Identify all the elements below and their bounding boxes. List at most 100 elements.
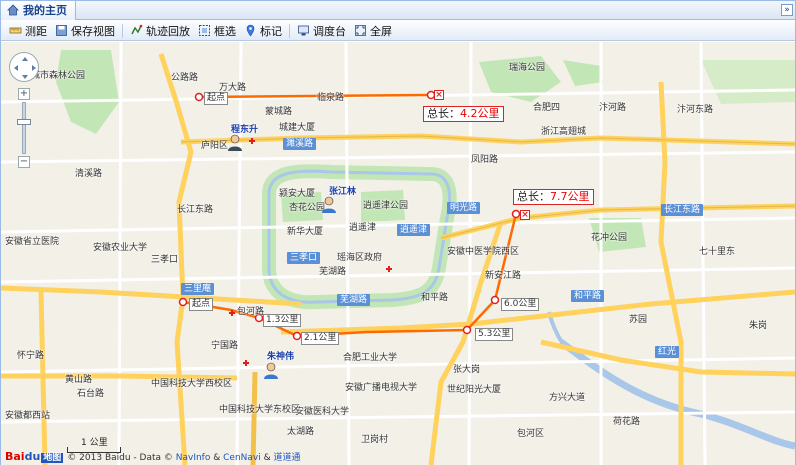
ruler-icon — [9, 27, 22, 34]
map-place-label: 苏园 — [629, 315, 648, 325]
map-canvas[interactable]: 城市森林公园 万大路 公路路 临泉路 瑞海公园 合肥四 浙江高翅城 汴河路 汴河… — [1, 42, 795, 465]
track-playback-icon — [131, 24, 143, 35]
map-place-label: 包河路 — [237, 307, 265, 317]
road-label: 和平路 — [571, 290, 605, 302]
measure-button[interactable]: 测距 — [5, 22, 51, 40]
pan-arrows-icon — [14, 57, 36, 79]
track2-segment-label: 2.1公里 — [301, 332, 340, 345]
map-place-label: 浙江高翅城 — [541, 127, 587, 137]
marker-icon — [246, 24, 255, 37]
person-marker-icon[interactable] — [227, 134, 243, 152]
map-place-label: 清溪路 — [75, 169, 103, 179]
fullscreen-icon — [355, 25, 366, 36]
track-playback-label: 轨迹回放 — [146, 24, 190, 38]
road-label: 三里庵 — [181, 283, 215, 295]
map-place-label: 瑶海区政府 — [337, 253, 383, 263]
person-marker-icon[interactable] — [263, 362, 279, 380]
daodao-link[interactable]: 道道通 — [274, 453, 301, 463]
cennavi-link[interactable]: CenNavi — [223, 453, 261, 463]
map-place-label: 安徽省立医院 — [5, 237, 60, 247]
toolbar-separator — [289, 23, 290, 38]
tab-home[interactable]: 我的主页 — [1, 0, 76, 20]
dispatch-button[interactable]: 调度台 — [293, 22, 350, 40]
track1-total-distance: 总长：4.2公里 — [423, 106, 504, 122]
zoom-out-button[interactable]: − — [18, 156, 30, 168]
map-place-label: 安徽农业大学 — [93, 243, 148, 253]
pan-control[interactable] — [9, 52, 39, 82]
map-place-label: 三孝口 — [151, 255, 179, 265]
save-view-button[interactable]: 保存视图 — [51, 22, 119, 40]
road-label: 三孝口 — [287, 252, 321, 264]
person-name: 朱神伟 — [267, 352, 295, 362]
map-place-label: 包河区 — [517, 429, 545, 439]
map-place-label: 长江东路 — [177, 205, 214, 215]
map-place-label: 新华大厦 — [287, 227, 324, 237]
map-place-label: 城建大厦 — [279, 123, 316, 133]
map-navigation-control: + − — [9, 52, 39, 172]
map-place-label: 朱岗 — [749, 321, 768, 331]
map-place-label: 荷花路 — [613, 417, 641, 427]
baidu-logo: Baidu 地图 — [5, 450, 64, 463]
track-playback-button[interactable]: 轨迹回放 — [126, 22, 194, 40]
dispatch-label: 调度台 — [313, 24, 346, 38]
fullscreen-label: 全屏 — [370, 24, 392, 38]
map-toolbar: 测距 保存视图 轨迹回放 框选 标记 调度台 全屏 — [1, 21, 795, 41]
map-place-label: 逍遥津 — [349, 223, 377, 233]
map-place-label: 安徽都西站 — [5, 411, 51, 421]
map-place-label: 石台路 — [77, 389, 105, 399]
map-place-label: 黄山路 — [65, 375, 93, 385]
collapse-icon[interactable]: » — [781, 4, 793, 16]
box-select-label: 框选 — [214, 24, 236, 38]
map-place-label: 汴河路 — [599, 103, 627, 113]
box-select-button[interactable]: 框选 — [194, 22, 240, 40]
person-marker-icon[interactable] — [321, 196, 337, 214]
track1-total-value: 4.2公里 — [460, 107, 500, 120]
dispatch-icon — [298, 25, 309, 36]
map-place-label: 汴河东路 — [677, 105, 714, 115]
road-label: 红光 — [655, 346, 680, 358]
tab-home-label: 我的主页 — [23, 4, 67, 17]
map-place-label: 安徽中医学院西区 — [447, 247, 520, 257]
map-place-label: 世纪阳光大厦 — [447, 385, 502, 395]
map-place-label: 合肥工业大学 — [343, 353, 398, 363]
track2-total-distance: 总长：7.7公里 — [513, 189, 594, 205]
map-place-label: 瑞海公园 — [509, 63, 546, 73]
zoom-in-button[interactable]: + — [18, 88, 30, 100]
map-place-label: 颍安大厦 — [279, 189, 316, 199]
map-place-label: 张大岗 — [453, 365, 481, 375]
map-place-label: 新安江路 — [485, 271, 522, 281]
map-place-label: 中国科技大学东校区 — [219, 405, 301, 415]
box-select-icon — [199, 25, 210, 36]
map-place-label: 芜湖路 — [319, 267, 347, 277]
track2-start-label: 起点 — [189, 298, 214, 311]
road-label: 明光路 — [447, 202, 481, 214]
map-place-label: 公路路 — [171, 73, 199, 83]
track2-segment-label: 6.0公里 — [501, 298, 540, 311]
marker-button[interactable]: 标记 — [240, 22, 286, 40]
map-place-label: 宁国路 — [211, 341, 239, 351]
map-footer: Baidu 地图 © 2013 Baidu - Data © NavInfo & … — [5, 450, 301, 463]
track2-total-label: 总长： — [517, 190, 550, 203]
map-place-label: 怀宁路 — [17, 351, 45, 361]
navinfo-link[interactable]: NavInfo — [176, 453, 211, 463]
save-view-label: 保存视图 — [71, 24, 115, 38]
fullscreen-button[interactable]: 全屏 — [350, 22, 396, 40]
map-place-label: 临泉路 — [317, 93, 345, 103]
map-place-label: 太湖路 — [287, 427, 315, 437]
copyright-text: © 2013 Baidu - Data © NavInfo & CenNavi … — [67, 453, 301, 463]
track2-close-icon[interactable]: × — [520, 210, 530, 220]
map-place-label: 卫岗村 — [361, 435, 389, 445]
save-view-icon — [56, 25, 67, 36]
track2-segment-label: 5.3公里 — [475, 328, 514, 341]
map-place-label: 中国科技大学西校区 — [151, 379, 233, 389]
toolbar-separator — [122, 23, 123, 38]
map-place-label: 和平路 — [421, 293, 449, 303]
map-place-label: 凤阳路 — [471, 155, 499, 165]
track2-segment-label: 1.3公里 — [263, 314, 302, 327]
track1-close-icon[interactable]: × — [434, 90, 444, 100]
track1-start-label: 起点 — [204, 92, 229, 105]
zoom-slider-thumb[interactable] — [17, 119, 31, 125]
map-place-label: 安徽广播电视大学 — [345, 383, 418, 393]
zoom-slider-track[interactable] — [22, 102, 26, 154]
road-label: 长江东路 — [661, 204, 704, 216]
